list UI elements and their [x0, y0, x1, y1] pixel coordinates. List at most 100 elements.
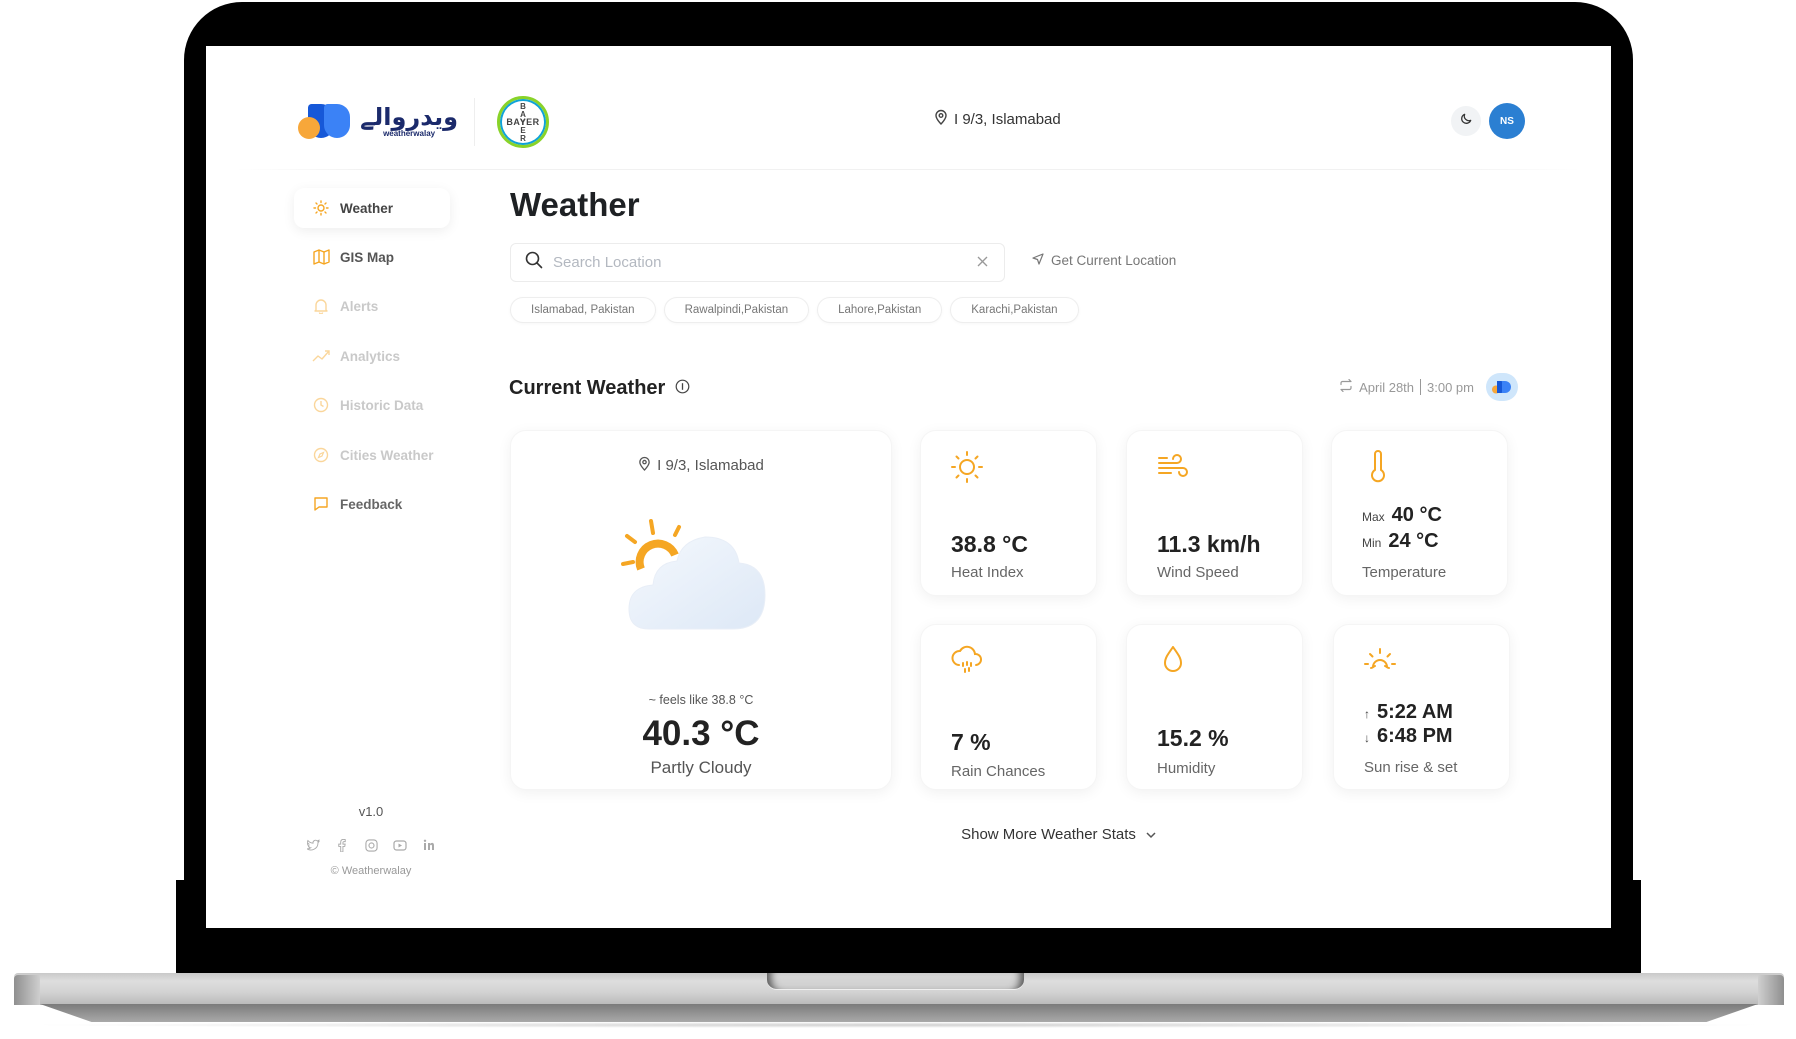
sidebar-item-analytics[interactable]: Analytics	[294, 336, 450, 376]
suggestion-chip[interactable]: Rawalpindi,Pakistan	[663, 297, 810, 323]
sunrise-time: 5:22 AM	[1377, 701, 1453, 723]
arrow-up-icon: ↑	[1364, 707, 1370, 721]
sun-icon	[312, 199, 330, 217]
rain-cloud-icon	[949, 643, 985, 679]
sidebar-item-historic-data[interactable]: Historic Data	[294, 385, 450, 425]
map-icon	[312, 248, 330, 266]
laptop-notch	[767, 973, 1024, 990]
logo-divider	[474, 98, 475, 146]
search-icon	[525, 251, 543, 274]
sunset-time: 6:48 PM	[1377, 725, 1453, 747]
sidebar-item-label: Feedback	[340, 496, 403, 512]
sunrise-sunset-label: Sun rise & set	[1364, 759, 1458, 776]
humidity-card: 15.2 % Humidity	[1126, 624, 1303, 790]
get-current-location-button[interactable]: Get Current Location	[1032, 253, 1176, 268]
min-temperature: 24 °C	[1388, 530, 1439, 552]
sidebar-item-label: Cities Weather	[340, 447, 434, 463]
sidebar-item-weather[interactable]: Weather	[294, 188, 450, 228]
humidity-label: Humidity	[1157, 760, 1216, 777]
show-more-stats-button[interactable]: Show More Weather Stats	[206, 826, 1611, 843]
laptop-base-left-edge	[14, 975, 40, 1005]
sunrise-sunset-card: ↑ 5:22 AM ↓ 6:48 PM Sun rise & set	[1333, 624, 1510, 790]
max-label: Max	[1362, 510, 1385, 524]
current-temperature: 40.3 °C	[642, 714, 760, 753]
weather-condition: Partly Cloudy	[650, 758, 752, 777]
heat-index-card: 38.8 °C Heat Index	[920, 430, 1097, 596]
wind-speed-value: 11.3 km/h	[1157, 531, 1261, 557]
sidebar-item-alerts[interactable]: Alerts	[294, 286, 450, 326]
theme-toggle-button[interactable]	[1451, 106, 1481, 136]
location-pin-icon	[934, 109, 948, 129]
sidebar-item-gis-map[interactable]: GIS Map	[294, 237, 450, 277]
feels-like-text: ~ feels like 38.8 °C	[648, 693, 754, 707]
search-input[interactable]	[553, 254, 964, 271]
wind-speed-label: Wind Speed	[1157, 564, 1239, 581]
thermometer-icon	[1360, 449, 1396, 485]
laptop-base-underside	[40, 1004, 1758, 1022]
partner-logo-vertical: BAYER	[520, 102, 526, 143]
close-icon	[977, 254, 988, 272]
navigation-arrow-icon	[1032, 253, 1044, 268]
sidebar-item-label: Analytics	[340, 348, 401, 364]
sidebar-item-feedback[interactable]: Feedback	[294, 484, 450, 524]
header-location[interactable]: I 9/3, Islamabad	[934, 109, 1061, 129]
chevron-down-icon	[1146, 826, 1156, 843]
user-avatar[interactable]: NS	[1489, 103, 1525, 139]
app-logo[interactable]: ویدروالے weatherwalay	[298, 101, 458, 141]
logo-english-text: weatherwalay	[383, 128, 436, 138]
get-current-location-label: Get Current Location	[1051, 253, 1177, 268]
temperature-card: Max 40 °C Min 24 °C Temperature	[1331, 430, 1508, 596]
sidebar-item-label: Historic Data	[340, 397, 424, 413]
min-temperature-row: Min 24 °C	[1362, 530, 1439, 553]
min-label: Min	[1362, 536, 1382, 550]
sunrise-row: ↑ 5:22 AM	[1364, 701, 1453, 724]
partly-cloudy-icon	[621, 519, 781, 639]
info-icon[interactable]	[675, 377, 690, 400]
water-drop-icon	[1155, 643, 1191, 679]
suggestion-chip[interactable]: Karachi,Pakistan	[950, 297, 1079, 323]
trend-icon	[312, 347, 330, 365]
heat-index-label: Heat Index	[951, 564, 1024, 581]
partner-logo: BAYER BAYER	[497, 96, 549, 148]
rain-chances-label: Rain Chances	[951, 763, 1046, 780]
current-weather-card: I 9/3, Islamabad ~ feels like 38.8 °C 40…	[510, 430, 892, 790]
bell-icon	[312, 297, 330, 315]
page-title: Weather	[510, 186, 640, 223]
current-weather-title: Current Weather	[509, 377, 666, 399]
wind-speed-card: 11.3 km/h Wind Speed	[1126, 430, 1303, 596]
arrow-down-icon: ↓	[1364, 731, 1370, 745]
wind-icon	[1155, 449, 1191, 485]
suggestion-chip[interactable]: Islamabad, Pakistan	[510, 297, 656, 323]
weather-time: 3:00 pm	[1427, 379, 1474, 395]
logo-mark-icon	[298, 103, 350, 139]
logo-urdu-text: ویدروالے	[360, 102, 458, 131]
temperature-label: Temperature	[1362, 564, 1447, 581]
date-time-divider	[1420, 379, 1422, 395]
message-icon	[312, 495, 330, 513]
weatherwalay-badge-icon	[1486, 373, 1518, 401]
sun-icon	[949, 449, 985, 485]
moon-icon	[1460, 112, 1473, 130]
sidebar-item-label: Alerts	[340, 298, 379, 314]
max-temperature-row: Max 40 °C	[1362, 504, 1442, 527]
header-location-text: I 9/3, Islamabad	[954, 110, 1061, 128]
card-location: I 9/3, Islamabad	[511, 456, 891, 475]
sunset-row: ↓ 6:48 PM	[1364, 725, 1453, 748]
refresh-icon[interactable]	[1339, 378, 1353, 395]
sunrise-icon	[1362, 643, 1398, 679]
header-divider	[236, 169, 1581, 170]
sidebar-item-label: GIS Map	[340, 249, 395, 265]
rain-chances-value: 7 %	[951, 729, 991, 755]
rain-chances-card: 7 % Rain Chances	[920, 624, 1097, 790]
sidebar-item-label: Weather	[340, 200, 394, 216]
clear-search-button[interactable]	[974, 255, 990, 271]
clock-icon	[312, 396, 330, 414]
card-location-text: I 9/3, Islamabad	[657, 457, 764, 474]
sidebar-item-cities-weather[interactable]: Cities Weather	[294, 435, 450, 475]
current-weather-heading: Current Weather	[509, 377, 690, 400]
suggestion-chip[interactable]: Lahore,Pakistan	[817, 297, 943, 323]
weather-date: April 28th	[1359, 379, 1415, 395]
search-location-field[interactable]	[510, 243, 1005, 282]
location-pin-icon	[638, 456, 651, 475]
show-more-label: Show More Weather Stats	[961, 826, 1136, 843]
